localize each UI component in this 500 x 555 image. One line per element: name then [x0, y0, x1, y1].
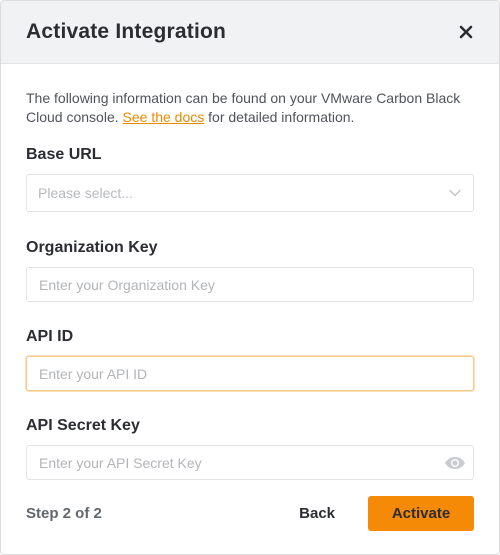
eye-icon[interactable] [444, 456, 466, 470]
activate-integration-modal: Activate Integration The following infor… [0, 0, 500, 555]
chevron-down-icon [449, 184, 461, 202]
modal-header: Activate Integration [1, 1, 499, 64]
base-url-label: Base URL [26, 146, 102, 163]
api-id-field: API ID [26, 328, 474, 391]
step-indicator: Step 2 of 2 [26, 505, 102, 522]
org-key-field: Organization Key [26, 239, 474, 302]
modal-body: The following information can be found o… [1, 64, 499, 480]
api-secret-wrap [26, 445, 474, 480]
modal-title: Activate Integration [26, 20, 227, 43]
api-secret-input[interactable] [26, 445, 474, 480]
base-url-placeholder: Please select... [38, 185, 133, 201]
org-key-label: Organization Key [26, 239, 158, 256]
activate-button[interactable]: Activate [368, 496, 474, 531]
footer-actions: Back Activate [299, 496, 474, 531]
api-secret-field: API Secret Key [26, 417, 474, 480]
base-url-select[interactable]: Please select... [26, 174, 474, 212]
see-docs-link[interactable]: See the docs [123, 109, 205, 125]
intro-text-after: for detailed information. [204, 109, 355, 125]
api-secret-label: API Secret Key [26, 417, 140, 434]
org-key-input[interactable] [26, 267, 474, 302]
back-button[interactable]: Back [299, 505, 335, 522]
api-id-label: API ID [26, 328, 74, 345]
intro-text: The following information can be found o… [26, 89, 474, 127]
modal-footer: Step 2 of 2 Back Activate [26, 496, 474, 531]
api-id-input[interactable] [26, 356, 474, 391]
close-icon[interactable] [457, 23, 475, 41]
